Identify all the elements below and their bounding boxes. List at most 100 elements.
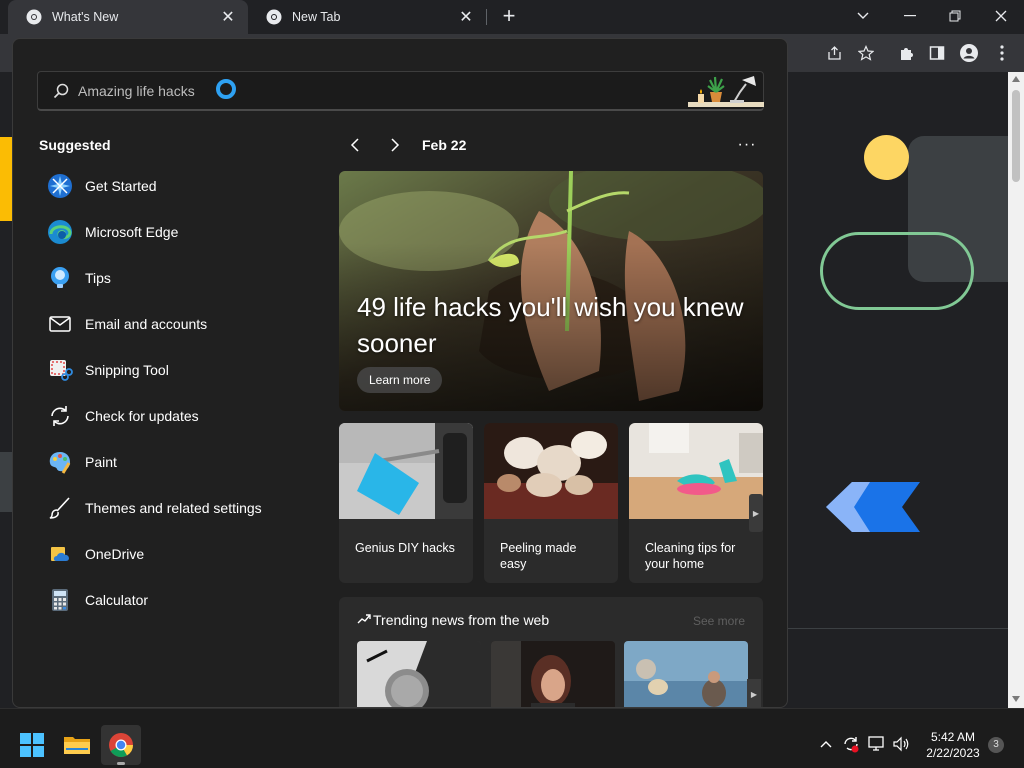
suggested-item-check-for-updates[interactable]: Check for updates — [37, 397, 317, 435]
scrollbar-thumb[interactable] — [1012, 90, 1020, 182]
profile-avatar-icon[interactable] — [958, 42, 980, 64]
decorative-arrow-icon — [826, 482, 920, 532]
suggested-item-label: Snipping Tool — [85, 362, 169, 378]
article-card-caption: Genius DIY hacks — [355, 541, 455, 555]
suggested-item-microsoft-edge[interactable]: Microsoft Edge — [37, 213, 317, 251]
hero-article-card[interactable]: 49 life hacks you'll wish you knew soone… — [339, 171, 763, 411]
side-panel-icon[interactable] — [926, 42, 948, 64]
suggested-item-tips[interactable]: Tips — [37, 259, 317, 297]
search-input[interactable] — [78, 80, 238, 102]
trending-item[interactable] — [357, 641, 481, 707]
start-button[interactable] — [12, 725, 52, 765]
article-card-cleaning-tips[interactable]: Cleaning tips for your home — [629, 423, 763, 583]
trending-item[interactable] — [491, 641, 615, 707]
edge-icon — [48, 220, 72, 244]
running-indicator — [117, 762, 125, 765]
tab-strip: What's New ✕ New Tab ✕ + — [0, 0, 1024, 34]
chrome-icon — [109, 733, 133, 758]
learn-more-button[interactable]: Learn more — [357, 367, 443, 393]
suggested-item-label: Calculator — [85, 592, 149, 608]
taskbar-clock[interactable]: 5:42 AM 2/22/2023 — [922, 729, 984, 761]
suggested-item-label: OneDrive — [85, 546, 145, 562]
share-icon[interactable] — [824, 42, 846, 64]
see-more-link[interactable]: See more — [693, 614, 745, 628]
file-explorer-button[interactable] — [57, 725, 97, 765]
notification-count-badge[interactable]: 3 — [988, 737, 1004, 753]
folder-icon — [64, 737, 90, 754]
trending-section: Trending news from the web See more ▶ — [339, 597, 763, 707]
trending-item-image — [491, 641, 615, 707]
suggested-item-snipping-tool[interactable]: Snipping Tool — [37, 351, 317, 389]
network-display-icon[interactable] — [868, 735, 886, 753]
suggested-item-calculator[interactable]: Calculator — [37, 581, 317, 619]
article-card-image — [629, 423, 763, 519]
search-highlight-illustration — [688, 76, 764, 107]
more-options-button[interactable]: ··· — [735, 133, 759, 157]
previous-day-button[interactable] — [343, 133, 367, 157]
scroll-down-icon[interactable] — [1012, 696, 1020, 702]
tab-title: What's New — [52, 10, 119, 24]
suggested-item-paint[interactable]: Paint — [37, 443, 317, 481]
suggested-item-label: Check for updates — [85, 408, 199, 424]
chrome-favicon-icon — [26, 9, 42, 25]
article-card-caption: Cleaning tips for your home — [645, 541, 736, 571]
tab-new-tab[interactable]: New Tab ✕ — [248, 0, 486, 34]
start-menu: Suggested Get Started Microsoft Edge Tip… — [12, 38, 788, 708]
tab-whats-new[interactable]: What's New ✕ — [8, 0, 248, 34]
close-tab-icon[interactable]: ✕ — [220, 9, 236, 26]
brush-icon — [49, 497, 70, 519]
cards-scroll-right-icon[interactable]: ▶ — [749, 494, 763, 532]
minimize-icon[interactable] — [896, 4, 924, 28]
tips-icon — [51, 267, 69, 288]
restore-icon[interactable] — [941, 4, 969, 28]
close-tab-icon[interactable]: ✕ — [458, 9, 474, 26]
suggested-item-label: Tips — [85, 270, 111, 286]
clock-time: 5:42 AM — [930, 730, 976, 744]
calculator-icon — [52, 589, 68, 611]
onedrive-icon — [51, 547, 69, 561]
cortana-icon[interactable] — [216, 79, 236, 99]
close-window-icon[interactable] — [987, 4, 1015, 28]
article-card-peeling-made-easy[interactable]: Peeling made easy — [484, 423, 618, 583]
trending-arrow-icon — [357, 614, 371, 624]
mail-icon — [49, 316, 71, 332]
suggested-item-label: Themes and related settings — [85, 500, 262, 516]
trending-item[interactable] — [624, 641, 748, 707]
current-date-label: Feb 22 — [422, 137, 467, 153]
snipping-tool-icon — [50, 360, 73, 381]
bookmark-star-icon[interactable] — [855, 42, 877, 64]
suggested-item-label: Microsoft Edge — [85, 224, 179, 240]
more-menu-icon[interactable] — [991, 42, 1013, 64]
trending-scroll-right-icon[interactable]: ▶ — [747, 679, 761, 707]
suggested-item-themes-and-related-settings[interactable]: Themes and related settings — [37, 489, 317, 527]
paint-icon — [49, 452, 71, 474]
trending-heading: Trending news from the web — [373, 612, 550, 628]
volume-icon[interactable] — [892, 735, 910, 753]
page-scrollbar[interactable] — [1008, 72, 1024, 708]
tab-search-chevron-icon[interactable] — [849, 4, 877, 28]
suggested-item-onedrive[interactable]: OneDrive — [37, 535, 317, 573]
hero-article-title: 49 life hacks you'll wish you knew soone… — [357, 292, 744, 358]
suggested-item-get-started[interactable]: Get Started — [37, 167, 317, 205]
suggested-item-email-and-accounts[interactable]: Email and accounts — [37, 305, 317, 343]
chrome-favicon-icon — [266, 9, 282, 25]
new-tab-plus-icon[interactable]: + — [498, 5, 520, 28]
taskbar: 5:42 AM 2/22/2023 3 — [0, 708, 1024, 768]
suggested-heading: Suggested — [39, 137, 111, 153]
article-card-genius-diy-hacks[interactable]: Genius DIY hacks — [339, 423, 473, 583]
update-icon — [51, 406, 69, 426]
tab-separator — [486, 9, 487, 25]
next-day-button[interactable] — [383, 133, 407, 157]
windows-logo-icon — [20, 733, 44, 757]
article-card-caption: Peeling made easy — [500, 541, 577, 571]
trending-item-image — [357, 641, 481, 707]
sync-status-icon[interactable] — [842, 735, 860, 753]
show-hidden-icons-chevron-icon[interactable] — [817, 735, 835, 753]
extensions-puzzle-icon[interactable] — [895, 42, 917, 64]
clock-date: 2/22/2023 — [926, 746, 980, 760]
chrome-taskbar-button[interactable] — [101, 725, 141, 765]
tab-title: New Tab — [292, 10, 341, 24]
article-card-image — [484, 423, 618, 519]
scroll-up-icon[interactable] — [1012, 76, 1020, 82]
search-box[interactable] — [37, 71, 764, 111]
